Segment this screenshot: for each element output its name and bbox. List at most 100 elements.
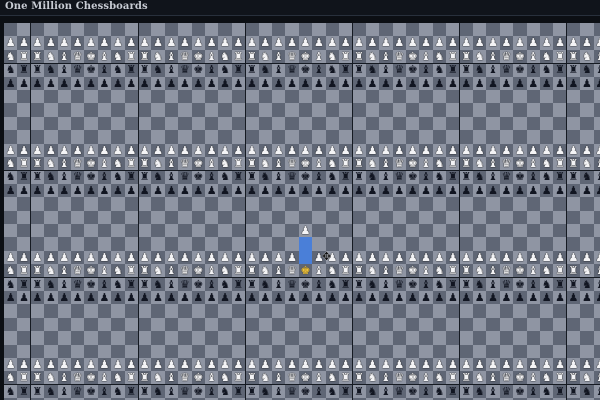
chess-pawn-icon[interactable]: ♟ xyxy=(178,184,191,197)
board-square[interactable] xyxy=(97,210,112,224)
board-square[interactable] xyxy=(164,317,179,332)
chess-pawn-icon[interactable]: ♟ xyxy=(446,77,459,90)
chess-bishop-icon[interactable]: ♝ xyxy=(527,278,540,291)
chess-bishop-icon[interactable]: ♝ xyxy=(594,170,600,183)
board-square[interactable] xyxy=(164,130,179,144)
board-square[interactable] xyxy=(231,197,246,211)
board-square[interactable] xyxy=(566,304,581,318)
chess-bishop-icon[interactable]: ♝ xyxy=(98,264,111,277)
chess-pawn-icon[interactable]: ♟ xyxy=(527,251,540,264)
board-square[interactable] xyxy=(124,224,138,238)
board-square[interactable] xyxy=(151,224,165,238)
board-square[interactable] xyxy=(205,331,219,345)
chess-pawn-icon[interactable]: ♟ xyxy=(312,77,325,90)
chess-pawn-icon[interactable]: ♟ xyxy=(165,77,178,90)
chess-bishop-icon[interactable]: ♝ xyxy=(486,50,499,63)
chess-pawn-icon[interactable]: ♟ xyxy=(540,184,553,197)
chess-king-icon[interactable]: ♚ xyxy=(192,278,205,291)
board-square[interactable] xyxy=(84,210,98,224)
chess-knight-icon[interactable]: ♞ xyxy=(540,50,553,63)
board-square[interactable] xyxy=(4,224,18,238)
chess-rook-icon[interactable]: ♜ xyxy=(446,170,459,183)
board-square[interactable] xyxy=(30,130,45,144)
chess-rook-icon[interactable]: ♜ xyxy=(125,371,138,384)
board-square[interactable] xyxy=(205,317,219,332)
board-square[interactable] xyxy=(473,344,487,358)
board-square[interactable] xyxy=(526,116,540,131)
board-square[interactable] xyxy=(325,130,339,144)
chess-pawn-icon[interactable]: ♟ xyxy=(393,36,406,49)
board-square[interactable] xyxy=(486,116,500,131)
board-square[interactable] xyxy=(513,331,527,345)
board-square[interactable] xyxy=(97,130,112,144)
chess-pawn-icon[interactable]: ♟ xyxy=(84,251,97,264)
board-square[interactable] xyxy=(446,317,460,332)
board-square[interactable] xyxy=(526,210,540,224)
chess-pawn-icon[interactable]: ♟ xyxy=(486,358,499,371)
chess-pawn-icon[interactable]: ♟ xyxy=(178,251,191,264)
board-square[interactable] xyxy=(57,103,71,117)
board-square[interactable] xyxy=(392,331,406,345)
board-square[interactable] xyxy=(84,23,98,37)
board-square[interactable] xyxy=(71,103,85,117)
chess-pawn-icon[interactable]: ♟ xyxy=(285,358,298,371)
chess-pawn-icon[interactable]: ♟ xyxy=(379,251,392,264)
chess-knight-icon[interactable]: ♞ xyxy=(473,385,486,398)
chess-pawn-icon[interactable]: ♟ xyxy=(98,291,111,304)
board-square[interactable] xyxy=(379,317,393,332)
board-square[interactable] xyxy=(218,103,232,117)
chess-knight-icon[interactable]: ♞ xyxy=(433,63,446,76)
chess-rook-icon[interactable]: ♜ xyxy=(339,371,352,384)
chess-knight-icon[interactable]: ♞ xyxy=(433,371,446,384)
chess-king-icon[interactable]: ♚ xyxy=(299,371,312,384)
chess-pawn-icon[interactable]: ♟ xyxy=(446,358,459,371)
board-square[interactable] xyxy=(218,317,232,332)
chess-pawn-icon[interactable]: ♟ xyxy=(406,251,419,264)
board-square[interactable] xyxy=(406,116,420,131)
board-square[interactable] xyxy=(231,304,246,318)
chess-knight-icon[interactable]: ♞ xyxy=(44,170,57,183)
chess-bishop-icon[interactable]: ♝ xyxy=(98,50,111,63)
board-square[interactable] xyxy=(272,331,286,345)
chess-pawn-icon[interactable]: ♟ xyxy=(433,358,446,371)
chess-king-icon[interactable]: ♚ xyxy=(84,264,97,277)
chess-queen-icon[interactable]: ♛ xyxy=(393,264,406,277)
chess-pawn-icon[interactable]: ♟ xyxy=(245,77,258,90)
chess-pawn-icon[interactable]: ♟ xyxy=(71,144,84,157)
chess-rook-icon[interactable]: ♜ xyxy=(352,264,365,277)
chess-bishop-icon[interactable]: ♝ xyxy=(98,170,111,183)
board-square[interactable] xyxy=(178,103,192,117)
chess-pawn-icon[interactable]: ♟ xyxy=(580,36,593,49)
chess-knight-icon[interactable]: ♞ xyxy=(326,170,339,183)
board-square[interactable] xyxy=(580,90,594,104)
chess-pawn-icon[interactable]: ♟ xyxy=(594,144,600,157)
board-square[interactable] xyxy=(178,344,192,358)
chess-bishop-icon[interactable]: ♝ xyxy=(486,371,499,384)
chess-rook-icon[interactable]: ♜ xyxy=(138,157,151,170)
chess-knight-icon[interactable]: ♞ xyxy=(473,170,486,183)
chess-bishop-icon[interactable]: ♝ xyxy=(419,371,432,384)
board-square[interactable] xyxy=(580,116,594,131)
board-square[interactable] xyxy=(164,210,179,224)
chess-pawn-icon[interactable]: ♟ xyxy=(486,144,499,157)
chess-bishop-icon[interactable]: ♝ xyxy=(272,264,285,277)
chess-bishop-icon[interactable]: ♝ xyxy=(379,278,392,291)
chess-pawn-icon[interactable]: ♟ xyxy=(44,144,57,157)
board-square[interactable] xyxy=(406,103,420,117)
chess-pawn-icon[interactable]: ♟ xyxy=(446,251,459,264)
board-square[interactable] xyxy=(446,130,460,144)
chess-pawn-icon[interactable]: ♟ xyxy=(339,251,352,264)
board-square[interactable] xyxy=(566,210,581,224)
chess-knight-icon[interactable]: ♞ xyxy=(473,50,486,63)
chess-pawn-icon[interactable]: ♟ xyxy=(460,36,473,49)
board-square[interactable] xyxy=(540,237,554,251)
board-square[interactable] xyxy=(352,103,366,117)
chess-bishop-icon[interactable]: ♝ xyxy=(486,264,499,277)
chess-pawn-icon[interactable]: ♟ xyxy=(486,184,499,197)
chess-pawn-icon[interactable]: ♟ xyxy=(71,251,84,264)
chess-bishop-icon[interactable]: ♝ xyxy=(527,157,540,170)
board-square[interactable] xyxy=(486,304,500,318)
board-square[interactable] xyxy=(4,317,18,332)
chess-rook-icon[interactable]: ♜ xyxy=(138,385,151,398)
board-square[interactable] xyxy=(365,224,380,238)
